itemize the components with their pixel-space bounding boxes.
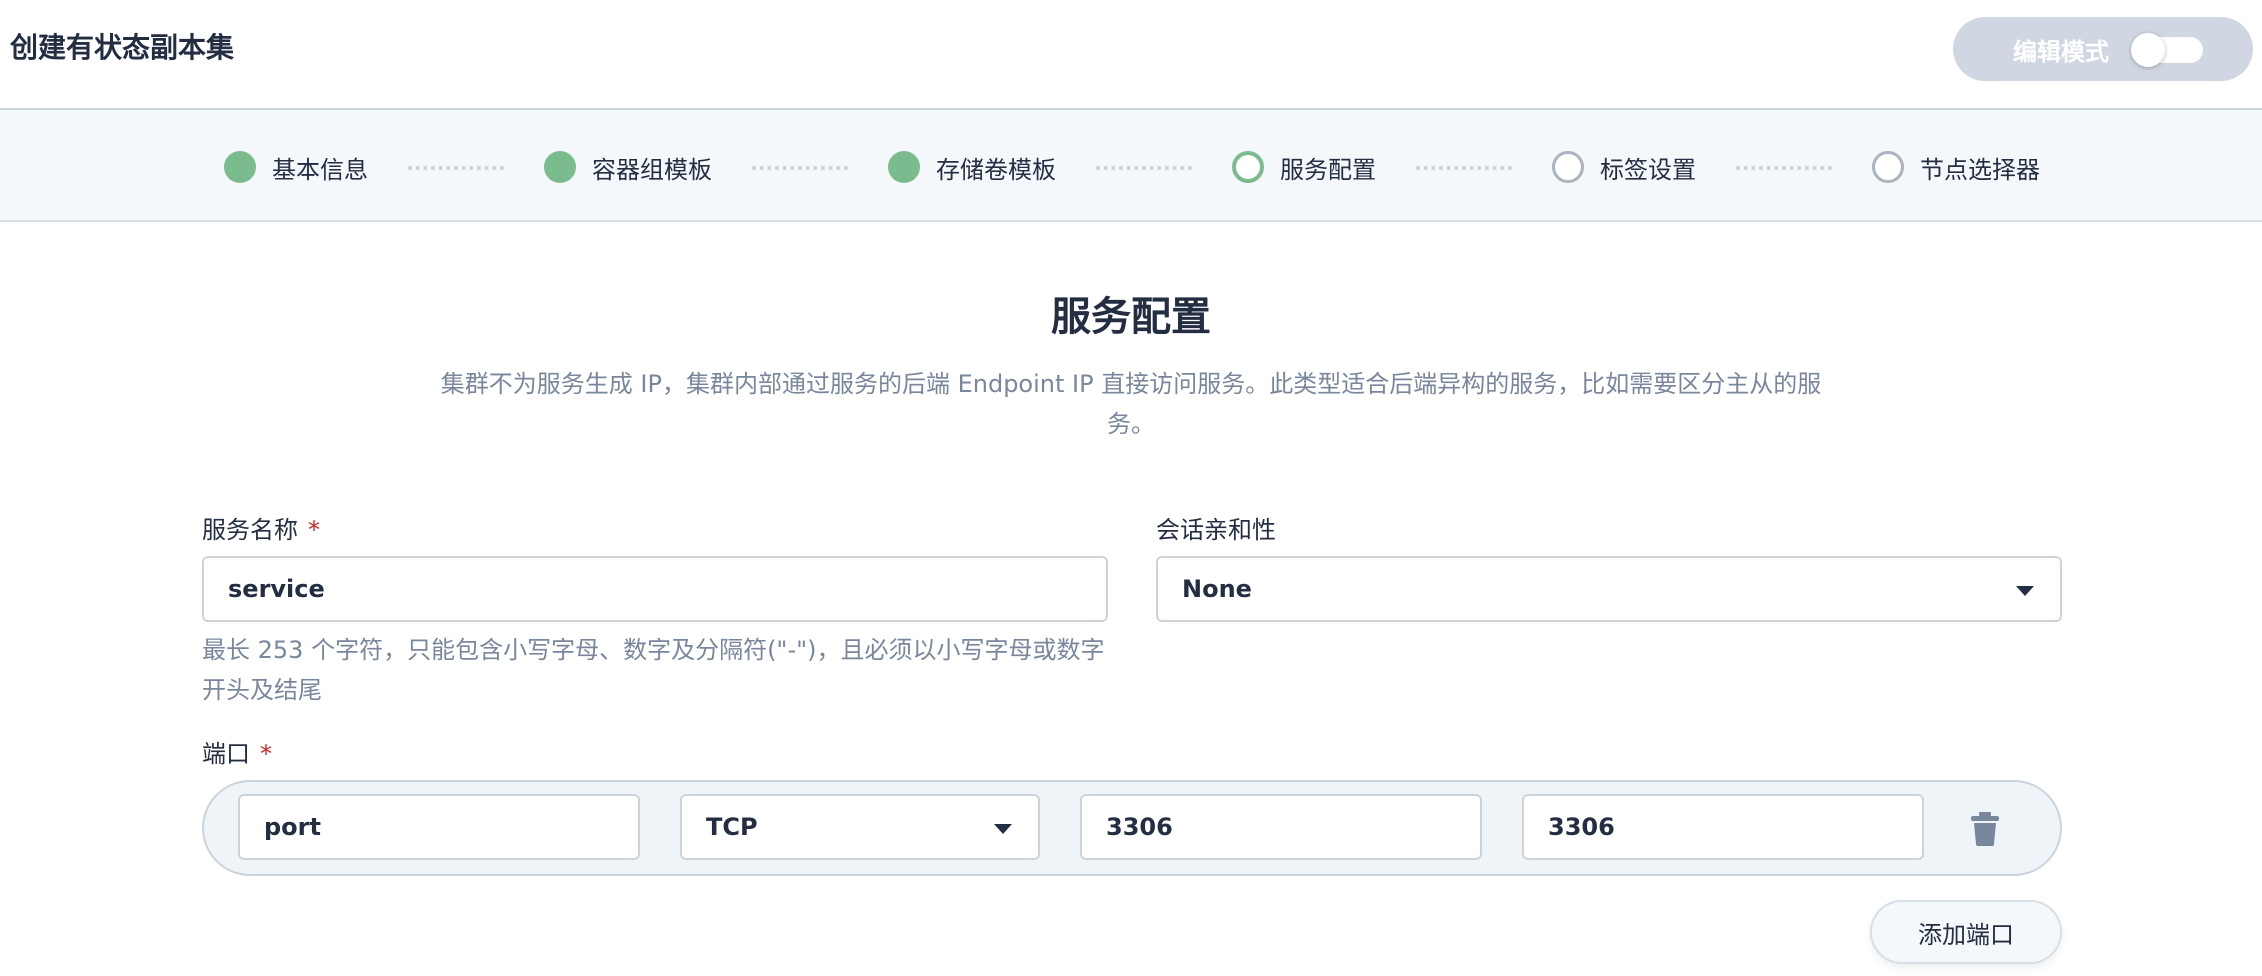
session-affinity-select[interactable]: None (1156, 556, 2062, 622)
step-label: 节点选择器 (1920, 155, 2040, 184)
step-label: 容器组模板 (592, 155, 712, 184)
step-status-dot (1552, 151, 1584, 183)
step-connector (1416, 166, 1512, 170)
section-title: 服务配置 (1051, 294, 1211, 340)
app-root: 创建有状态副本集 编辑模式 基本信息 容器组模板 存储卷模板 服务配置 标签设置… (0, 0, 2262, 976)
section-description: 集群不为服务生成 IP，集群内部通过服务的后端 Endpoint IP 直接访问… (440, 370, 1822, 438)
add-port-label: 添加端口 (1918, 920, 2014, 949)
container-port-input[interactable]: 3306 (1080, 794, 1482, 860)
chevron-down-icon (2016, 586, 2034, 596)
service-name-label: 服务名称 * (202, 510, 320, 545)
port-protocol-select[interactable]: TCP (680, 794, 1040, 860)
switch-knob (2131, 33, 2165, 67)
step-pod-template[interactable]: 容器组模板 (544, 150, 712, 184)
step-status-dot (544, 151, 576, 183)
edit-mode-toggle-button[interactable]: 编辑模式 (1953, 17, 2253, 81)
service-port-input[interactable]: 3306 (1522, 794, 1924, 860)
wizard-steps: 基本信息 容器组模板 存储卷模板 服务配置 标签设置 节点选择器 (0, 108, 2262, 222)
container-port-value: 3306 (1106, 813, 1173, 841)
service-port-value: 3306 (1548, 813, 1615, 841)
step-service-settings[interactable]: 服务配置 (1232, 150, 1376, 184)
edit-mode-label: 编辑模式 (2013, 37, 2109, 66)
required-mark: * (308, 516, 320, 544)
ports-label: 端口 * (202, 734, 272, 769)
step-status-dot (1232, 151, 1264, 183)
edit-mode-switch[interactable] (2131, 33, 2203, 67)
step-label-settings[interactable]: 标签设置 (1552, 150, 1696, 184)
service-name-input[interactable]: service (202, 556, 1108, 622)
step-status-dot (224, 151, 256, 183)
port-protocol-value: TCP (706, 813, 758, 841)
step-connector (408, 166, 504, 170)
session-affinity-label: 会话亲和性 (1156, 516, 1276, 544)
step-label: 标签设置 (1600, 155, 1696, 184)
step-basic-info[interactable]: 基本信息 (224, 150, 368, 184)
step-label: 服务配置 (1280, 155, 1376, 184)
port-name-value: port (264, 813, 321, 841)
step-node-selector[interactable]: 节点选择器 (1872, 150, 2040, 184)
step-connector (752, 166, 848, 170)
step-status-dot (1872, 151, 1904, 183)
required-mark: * (260, 740, 272, 768)
header: 创建有状态副本集 编辑模式 (0, 0, 2262, 108)
trash-icon[interactable] (1970, 812, 2000, 846)
session-affinity-value: None (1182, 575, 1252, 603)
add-port-button[interactable]: 添加端口 (1870, 900, 2062, 964)
chevron-down-icon (994, 824, 1012, 834)
step-label: 基本信息 (272, 155, 368, 184)
page-title: 创建有状态副本集 (10, 31, 235, 64)
service-name-label-text: 服务名称 (202, 516, 298, 544)
step-status-dot (888, 151, 920, 183)
service-name-value: service (228, 575, 325, 603)
step-volume-template[interactable]: 存储卷模板 (888, 150, 1056, 184)
ports-label-text: 端口 (202, 740, 250, 768)
service-name-hint: 最长 253 个字符，只能包含小写字母、数字及分隔符("-")，且必须以小写字母… (202, 636, 1105, 704)
step-label: 存储卷模板 (936, 155, 1056, 184)
port-name-input[interactable]: port (238, 794, 640, 860)
step-connector (1736, 166, 1832, 170)
step-connector (1096, 166, 1192, 170)
